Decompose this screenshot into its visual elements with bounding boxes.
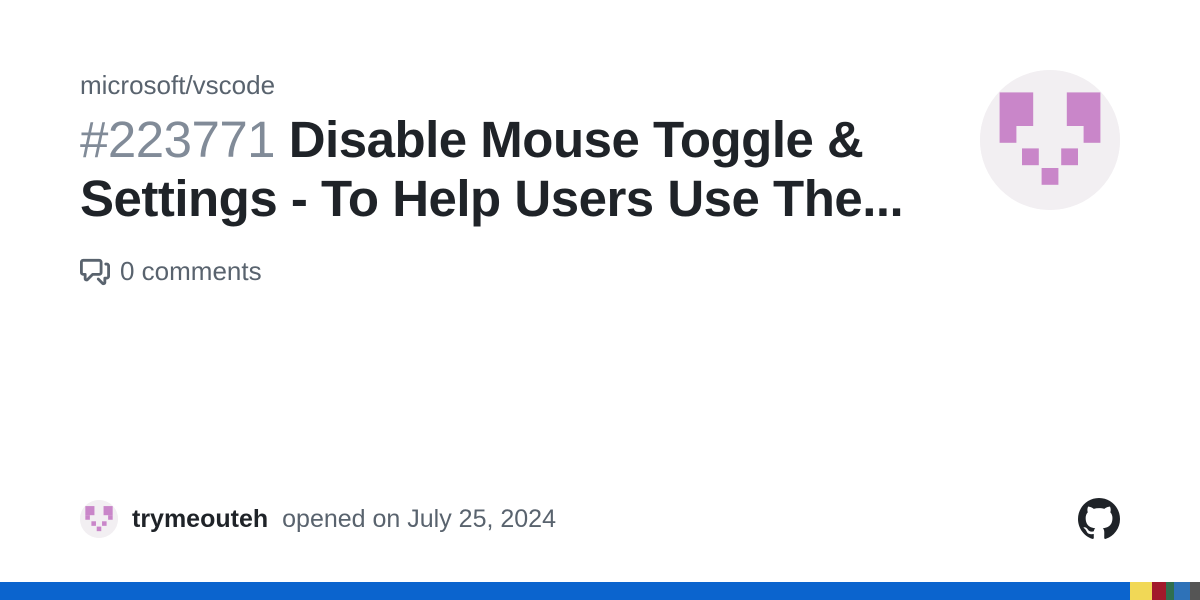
header-text: microsoft/vscode #223771 Disable Mouse T… [80, 70, 940, 228]
lang-seg-primary [0, 582, 1130, 600]
language-color-bar [0, 582, 1200, 600]
comment-discussion-icon [80, 257, 110, 287]
repo-path[interactable]: microsoft/vscode [80, 70, 940, 101]
opened-date: opened on July 25, 2024 [282, 505, 556, 534]
lang-seg [1174, 582, 1190, 600]
github-mark-icon[interactable] [1078, 498, 1120, 540]
lang-seg [1130, 582, 1152, 600]
header-row: microsoft/vscode #223771 Disable Mouse T… [80, 70, 1120, 228]
issue-number: #223771 [80, 111, 275, 168]
avatar-pixel-icon [80, 500, 118, 538]
issue-title[interactable]: #223771 Disable Mouse Toggle & Settings … [80, 111, 940, 228]
comments-count: 0 comments [120, 256, 262, 287]
footer-row: trymeouteh opened on July 25, 2024 [80, 498, 1120, 560]
lang-seg [1190, 582, 1200, 600]
author-avatar-large [980, 70, 1120, 210]
lang-seg [1166, 582, 1174, 600]
author-username[interactable]: trymeouteh [132, 505, 268, 534]
author-avatar-small[interactable] [80, 500, 118, 538]
comments-row: 0 comments [80, 256, 1120, 287]
lang-seg [1152, 582, 1166, 600]
issue-preview-card: microsoft/vscode #223771 Disable Mouse T… [0, 0, 1200, 600]
avatar-pixel-icon [980, 70, 1120, 210]
